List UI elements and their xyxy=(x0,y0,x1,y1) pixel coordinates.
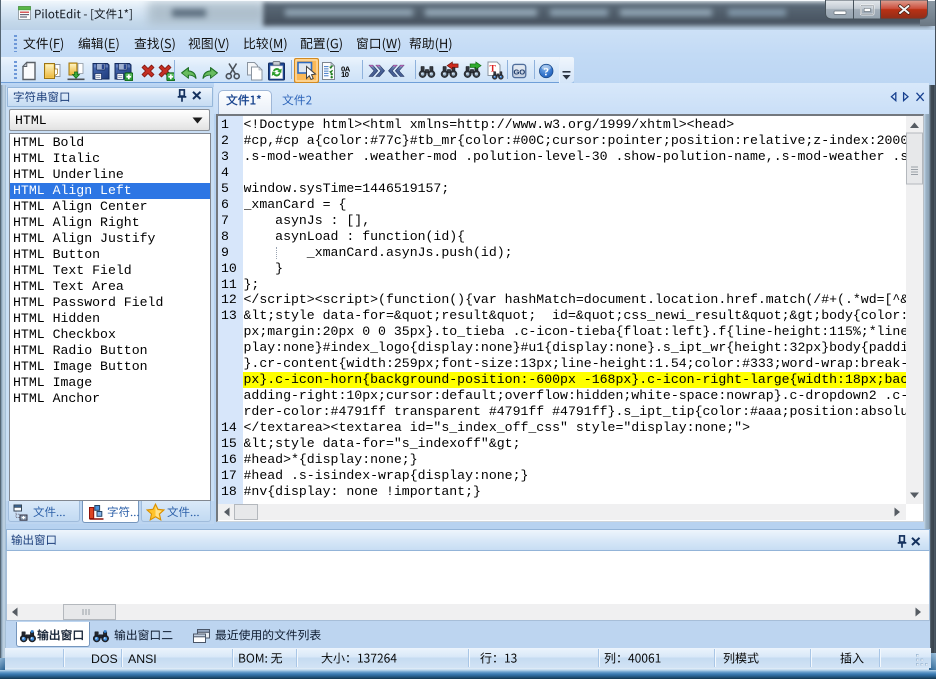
svg-text:?: ? xyxy=(543,66,549,78)
svg-text:10: 10 xyxy=(341,70,349,79)
svg-text:GO: GO xyxy=(514,67,526,76)
